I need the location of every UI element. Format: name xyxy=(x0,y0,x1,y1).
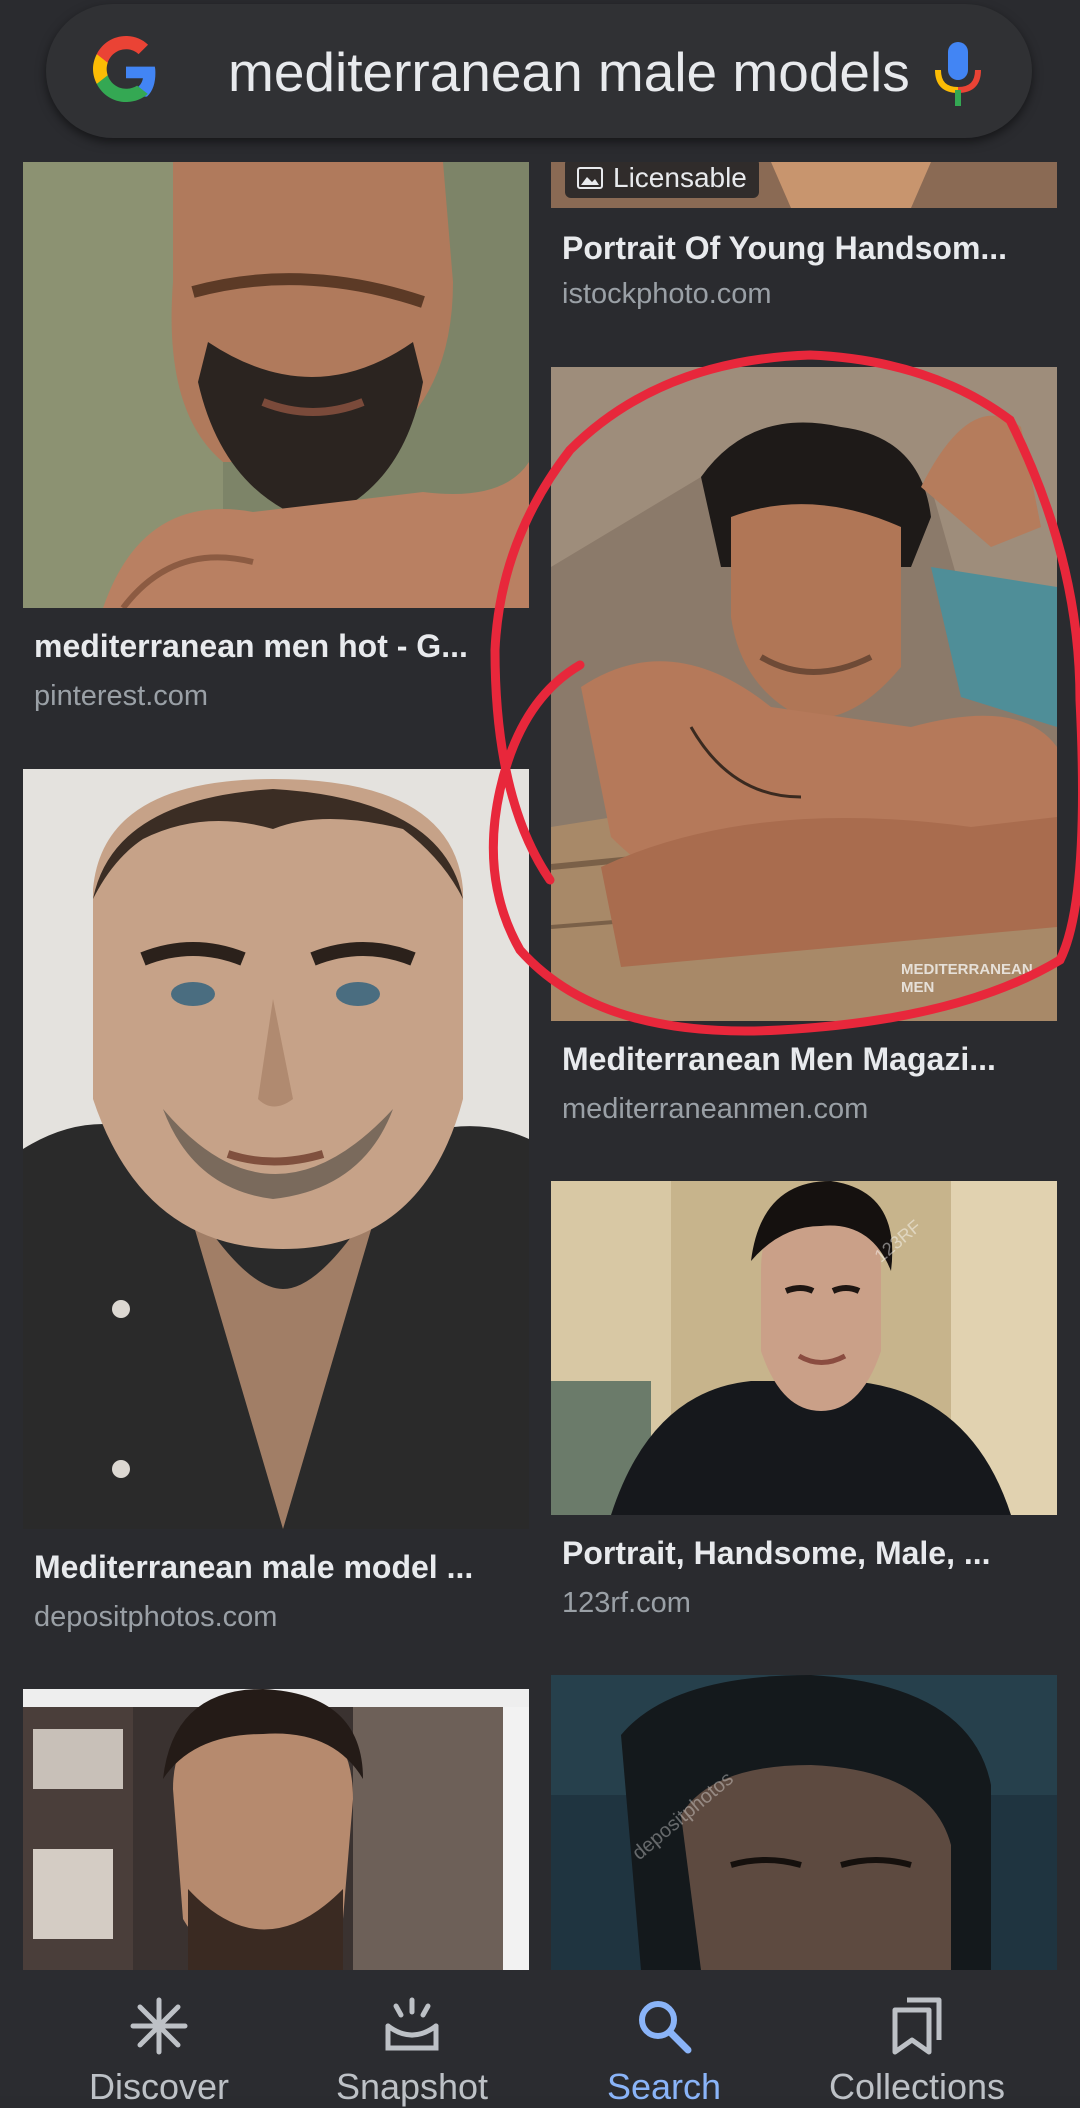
result-thumbnail[interactable] xyxy=(23,162,529,608)
collections-icon xyxy=(892,1997,942,2055)
result-thumbnail[interactable]: depositphotos xyxy=(551,1675,1057,1970)
result-title[interactable]: Portrait Of Young Handsom... xyxy=(562,230,1048,267)
result-thumbnail[interactable]: MEDITERRANEAN MEN xyxy=(551,367,1057,1021)
result-source: pinterest.com xyxy=(34,680,209,712)
image-result-card[interactable]: mediterranean men hot - G... pinterest.c… xyxy=(23,162,529,722)
result-title[interactable]: Mediterranean Men Magazi... xyxy=(562,1041,1048,1078)
search-icon xyxy=(639,2001,692,2054)
nav-search-label: Search xyxy=(606,2066,722,2107)
nav-snapshot[interactable]: Snapshot xyxy=(277,1970,547,2107)
nav-snapshot-label: Snapshot xyxy=(335,2066,489,2107)
google-logo-icon xyxy=(93,36,156,102)
image-result-card[interactable]: 123RF Portrait, Handsome, Male, ... 123r… xyxy=(551,1181,1057,1631)
watermark-text: MEDITERRANEAN MEN xyxy=(901,961,1033,996)
result-thumbnail[interactable]: 123RF xyxy=(551,1181,1057,1515)
result-title[interactable]: Portrait, Handsome, Male, ... xyxy=(562,1535,1048,1572)
result-thumbnail[interactable] xyxy=(23,1689,529,1970)
image-result-card[interactable]: Mediterranean male model ... depositphot… xyxy=(23,769,529,1649)
discover-icon xyxy=(130,1997,188,2055)
search-bar[interactable]: mediterranean male models xyxy=(46,4,1032,138)
result-title[interactable]: Mediterranean male model ... xyxy=(34,1549,514,1586)
nav-collections-label: Collections xyxy=(828,2066,1006,2107)
image-icon xyxy=(577,167,603,189)
image-result-card[interactable] xyxy=(23,1689,529,1970)
result-source: depositphotos.com xyxy=(34,1601,278,1633)
search-input[interactable]: mediterranean male models xyxy=(228,40,908,104)
result-source: mediterraneanmen.com xyxy=(562,1093,869,1125)
bottom-navigation: Discover Snapshot Search Collections xyxy=(0,1970,1080,2107)
result-source: istockphoto.com xyxy=(562,278,772,310)
badge-label: Licensable xyxy=(613,162,747,193)
image-result-card[interactable]: MEDITERRANEAN MEN Mediterranean Men Maga… xyxy=(551,367,1057,1137)
snapshot-icon xyxy=(385,1997,439,2051)
nav-collections[interactable]: Collections xyxy=(782,1970,1052,2107)
nav-discover[interactable]: Discover xyxy=(24,1970,294,2107)
result-source: 123rf.com xyxy=(562,1587,691,1619)
licensable-badge: Licensable xyxy=(565,162,759,198)
result-thumbnail[interactable] xyxy=(23,769,529,1529)
image-result-card[interactable]: depositphotos xyxy=(551,1675,1057,1970)
image-result-card[interactable]: Licensable Portrait Of Young Handsom... … xyxy=(551,162,1057,322)
nav-discover-label: Discover xyxy=(88,2066,230,2107)
nav-search[interactable]: Search xyxy=(529,1970,799,2107)
result-thumbnail[interactable]: Licensable xyxy=(551,162,1057,208)
result-title[interactable]: mediterranean men hot - G... xyxy=(34,628,514,665)
microphone-icon[interactable] xyxy=(928,42,988,106)
